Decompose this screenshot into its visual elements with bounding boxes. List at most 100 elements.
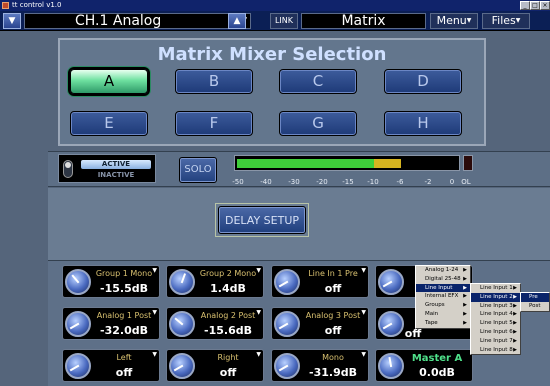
menu-item[interactable]: Tape ▶ — [416, 319, 470, 328]
channel-knob-cell[interactable]: Left off ▼ — [62, 349, 160, 382]
submenu-item[interactable]: Line Input 3 ▶ — [471, 302, 520, 311]
chevron-down-icon[interactable]: ▼ — [256, 267, 261, 274]
chevron-right-icon: ▶ — [463, 302, 467, 309]
knob-pointer — [382, 322, 393, 330]
meter-tick: -15 — [342, 178, 354, 186]
active-label: ACTIVE — [81, 160, 151, 169]
level-knob[interactable] — [65, 311, 91, 337]
channel-source-label: Analog 3 Post — [305, 311, 361, 320]
level-knob[interactable] — [274, 353, 300, 379]
menu-item-label: Line Input 8 — [480, 346, 513, 353]
chevron-down-icon[interactable]: ▼ — [361, 267, 366, 274]
matrix-button-d[interactable]: D — [384, 69, 462, 94]
menu-item[interactable]: Analog 1-24 ▶ — [416, 266, 470, 275]
matrix-button-f[interactable]: F — [175, 111, 253, 136]
knob-pointer — [69, 364, 80, 372]
channel-level-value: off — [324, 282, 342, 295]
matrix-button-h[interactable]: H — [384, 111, 462, 136]
channel-knob-cell[interactable]: Analog 3 Post off ▼ — [271, 307, 369, 340]
level-knob[interactable] — [274, 311, 300, 337]
files-button[interactable]: Files▼ — [482, 13, 530, 29]
chevron-right-icon: ▶ — [513, 285, 517, 291]
menu-button[interactable]: Menu▼ — [430, 13, 478, 29]
menu-item[interactable]: Line Input ▶ — [416, 283, 470, 293]
channel-source-label: Right — [217, 353, 239, 362]
channel-knob-cell[interactable]: Analog 1 Post -32.0dB ▼ — [62, 307, 160, 340]
meter-tick: -30 — [288, 178, 300, 186]
channel-source-label: Analog 2 Post — [200, 311, 256, 320]
chevron-down-icon[interactable]: ▼ — [361, 351, 366, 358]
channel-select[interactable]: CH.1 Analog ▼ — [24, 13, 251, 29]
channel-knob-cell[interactable]: Line In 1 Pre off ▼ — [271, 265, 369, 298]
meter-tick: -2 — [424, 178, 432, 186]
maximize-icon[interactable]: □ — [530, 1, 540, 10]
matrix-button-g[interactable]: G — [279, 111, 357, 136]
master-level-knob[interactable] — [378, 353, 404, 379]
master-label: Master A — [411, 353, 463, 364]
submenu-item[interactable]: Line Input 5 ▶ — [471, 319, 520, 328]
files-label: Files — [491, 14, 516, 27]
submenu-item[interactable]: Line Input 8 ▶ — [471, 346, 520, 355]
matrix-button-b[interactable]: B — [175, 69, 253, 94]
toggle-switch[interactable] — [63, 160, 73, 178]
knob-pointer — [278, 322, 289, 330]
channel-knob-cell[interactable]: Group 1 Mono -15.5dB ▼ — [62, 265, 160, 298]
minimize-icon[interactable]: _ — [520, 1, 530, 10]
menu-item[interactable]: Internal EFX ▶ — [416, 292, 470, 301]
delay-setup-button[interactable]: DELAY SETUP — [218, 206, 306, 234]
matrix-button-a[interactable]: A — [70, 69, 148, 94]
menu-item-label: Line Input 6 — [480, 328, 513, 335]
level-knob[interactable] — [65, 353, 91, 379]
menu-item[interactable]: Digital 25-48 ▶ — [416, 275, 470, 284]
submenu-item[interactable]: Line Input 1 ▶ — [471, 284, 520, 293]
link-button[interactable]: LINK — [270, 13, 298, 29]
matrix-button-e[interactable]: E — [70, 111, 148, 136]
submenu-item[interactable]: Line Input 2 ▶ — [471, 292, 520, 302]
menu-item[interactable]: Main ▶ — [416, 310, 470, 319]
level-knob[interactable] — [378, 269, 404, 295]
chevron-right-icon: ▶ — [463, 267, 467, 273]
line-input-submenu: Line Input 1 ▶ Line Input 2 ▶ Line Input 3 ▶ L… — [470, 283, 521, 356]
chevron-down-icon: ▼ — [466, 17, 472, 24]
chevron-down-icon[interactable]: ▼ — [152, 267, 157, 274]
pre-post-submenu: Pre Post — [520, 292, 550, 312]
matrix-button-c[interactable]: C — [279, 69, 357, 94]
level-knob[interactable] — [169, 311, 195, 337]
channel-prev-button[interactable]: ▼ — [3, 13, 21, 29]
channel-source-label: Analog 1 Post — [96, 311, 152, 320]
chevron-down-icon[interactable]: ▼ — [361, 309, 366, 316]
knob-pointer — [278, 280, 289, 288]
knob-pointer — [180, 273, 187, 284]
chevron-down-icon[interactable]: ▼ — [152, 309, 157, 316]
submenu-item[interactable]: Post — [521, 302, 549, 311]
active-toggle[interactable]: ACTIVE INACTIVE — [58, 154, 156, 183]
channel-next-button[interactable]: ▲ — [228, 13, 246, 29]
meter-overload-indicator — [463, 155, 473, 171]
menu-item[interactable]: Groups ▶ — [416, 301, 470, 310]
chevron-down-icon[interactable]: ▼ — [256, 309, 261, 316]
level-knob[interactable] — [169, 353, 195, 379]
master-knob-cell[interactable]: Master A 0.0dB — [375, 349, 473, 382]
submenu-item[interactable]: Line Input 6 ▶ — [471, 328, 520, 337]
chevron-down-icon[interactable]: ▼ — [256, 351, 261, 358]
submenu-item[interactable]: Line Input 4 ▶ — [471, 310, 520, 319]
channel-knob-cell[interactable]: Mono -31.9dB ▼ — [271, 349, 369, 382]
submenu-item[interactable]: Pre — [521, 293, 549, 302]
submenu-item[interactable]: Line Input 7 ▶ — [471, 337, 520, 346]
solo-button[interactable]: SOLO — [179, 157, 217, 183]
menu-item-label: Line Input 3 — [480, 302, 513, 309]
chevron-down-icon[interactable]: ▼ — [152, 351, 157, 358]
channel-knob-cell[interactable]: Analog 2 Post -15.6dB ▼ — [166, 307, 264, 340]
window-titlebar: tt control v1.0 _ □ × — [0, 0, 550, 11]
menu-item-label: Line Input 1 — [480, 285, 513, 291]
level-knob[interactable] — [65, 269, 91, 295]
level-knob[interactable] — [169, 269, 195, 295]
toolbar: ▼ CH.1 Analog ▼ ▲ LINK Matrix Menu▼ File… — [0, 11, 550, 31]
knob-pointer — [278, 364, 289, 372]
level-knob[interactable] — [274, 269, 300, 295]
inactive-label: INACTIVE — [97, 171, 135, 179]
channel-knob-cell[interactable]: Group 2 Mono 1.4dB ▼ — [166, 265, 264, 298]
channel-level-value: off — [219, 366, 237, 379]
channel-knob-cell[interactable]: Right off ▼ — [166, 349, 264, 382]
close-icon[interactable]: × — [540, 1, 550, 10]
